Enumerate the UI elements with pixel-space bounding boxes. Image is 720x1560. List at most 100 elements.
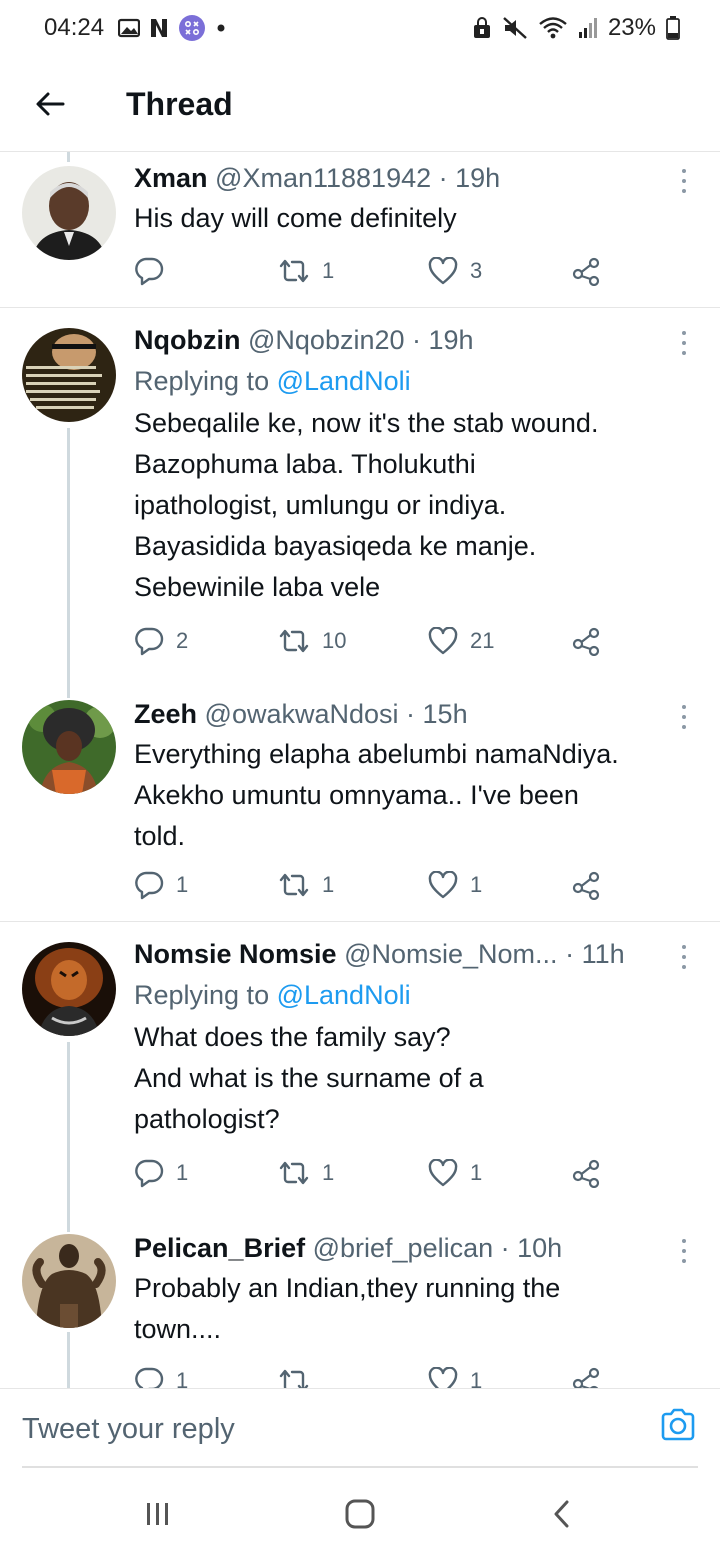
- retweet-button[interactable]: 10: [278, 624, 346, 658]
- tweet-body: Xman @Xman11881942 · 19h His day will co…: [134, 160, 684, 239]
- retweet-icon: [279, 1161, 309, 1185]
- author-name[interactable]: Nomsie Nomsie: [134, 939, 337, 969]
- avatar[interactable]: [22, 328, 116, 422]
- tweet-header: Zeeh @owakwaNdosi · 15h: [134, 696, 684, 732]
- more-options-button[interactable]: [674, 166, 694, 196]
- retweet-button[interactable]: 1: [278, 254, 334, 288]
- heart-icon: [428, 257, 458, 285]
- retweet-icon: [279, 873, 309, 897]
- heart-icon: [428, 627, 458, 655]
- camera-icon: [661, 1408, 695, 1441]
- tweet-body: Nomsie Nomsie @Nomsie_Nom... · 11h Reply…: [134, 936, 684, 1140]
- share-icon: [572, 871, 600, 900]
- like-count: 3: [470, 258, 483, 283]
- tweet-body: Nqobzin @Nqobzin20 · 19h Replying to @La…: [134, 322, 684, 608]
- home-button[interactable]: [338, 1496, 382, 1532]
- retweet-icon: [279, 1369, 309, 1388]
- mention-link[interactable]: @LandNoli: [277, 980, 411, 1010]
- author-name[interactable]: Xman: [134, 163, 208, 193]
- retweet-icon: [279, 259, 309, 283]
- reply-bar: [0, 1388, 720, 1468]
- reply-button[interactable]: 1: [134, 1156, 188, 1190]
- tweet-header: Xman @Xman11881942 · 19h: [134, 160, 684, 196]
- tweet-time: · 10h: [500, 1233, 563, 1263]
- heart-icon: [428, 871, 458, 899]
- camera-button[interactable]: [658, 1405, 698, 1445]
- tweet-actions: 1 1: [134, 1364, 614, 1388]
- author-name[interactable]: Zeeh: [134, 699, 197, 729]
- retweet-button[interactable]: [278, 1364, 322, 1388]
- tweet-time: · 11h: [565, 939, 625, 969]
- reply-icon: [135, 1159, 164, 1188]
- share-icon: [572, 627, 600, 656]
- share-button[interactable]: [572, 624, 602, 658]
- tweet-text: What does the family say? And what is th…: [134, 1022, 484, 1134]
- reply-count: 2: [176, 628, 189, 653]
- replying-to: Replying to @LandNoli: [134, 366, 411, 396]
- reply-input[interactable]: [22, 1403, 622, 1455]
- back-button[interactable]: [26, 80, 74, 128]
- retweet-count: 1: [322, 872, 335, 897]
- more-options-button[interactable]: [674, 1236, 694, 1266]
- tweet-time: · 19h: [438, 163, 501, 193]
- system-indicators: 23%: [472, 14, 680, 42]
- tweet-actions: 1 1 1: [134, 868, 614, 902]
- more-options-button[interactable]: [674, 328, 694, 358]
- reply-icon: [135, 1367, 164, 1388]
- share-button[interactable]: [572, 254, 602, 288]
- tweet[interactable]: Pelican_Brief @brief_pelican · 10h Proba…: [0, 1222, 720, 1388]
- author-handle[interactable]: @Nomsie_Nom...: [344, 939, 557, 969]
- retweet-button[interactable]: 1: [278, 868, 334, 902]
- system-back-button[interactable]: [540, 1496, 584, 1532]
- recent-apps-button[interactable]: [136, 1496, 180, 1532]
- reply-icon: [135, 627, 164, 656]
- reply-button[interactable]: 2: [134, 624, 188, 658]
- author-handle[interactable]: @Xman11881942: [215, 163, 431, 193]
- reply-button[interactable]: 1: [134, 868, 188, 902]
- battery-percent: 23%: [607, 14, 656, 41]
- more-options-button[interactable]: [674, 702, 694, 732]
- like-count: 1: [470, 1160, 483, 1185]
- author-handle[interactable]: @brief_pelican: [313, 1233, 494, 1263]
- author-handle[interactable]: @owakwaNdosi: [205, 699, 399, 729]
- heart-icon: [428, 1159, 458, 1187]
- reply-icon: [135, 257, 164, 286]
- thread-list[interactable]: Xman @Xman11881942 · 19h His day will co…: [0, 152, 720, 1388]
- author-name[interactable]: Nqobzin: [134, 325, 240, 355]
- gallery-icon: [118, 18, 140, 38]
- retweet-button[interactable]: 1: [278, 1156, 334, 1190]
- tweet[interactable]: Xman @Xman11881942 · 19h His day will co…: [0, 152, 720, 308]
- retweet-count: 10: [322, 628, 347, 653]
- like-button[interactable]: 21: [428, 624, 494, 658]
- avatar[interactable]: [22, 1234, 116, 1328]
- share-icon: [572, 1159, 600, 1188]
- battery-icon: [666, 16, 680, 40]
- share-button[interactable]: [572, 1156, 602, 1190]
- tweet-header: Nomsie Nomsie @Nomsie_Nom... · 11h: [134, 936, 684, 972]
- share-button[interactable]: [572, 868, 602, 902]
- author-handle[interactable]: @Nqobzin20: [248, 325, 405, 355]
- like-button[interactable]: 1: [428, 1364, 482, 1388]
- like-button[interactable]: 1: [428, 1156, 482, 1190]
- more-options-button[interactable]: [674, 942, 694, 972]
- tweet-time: · 19h: [412, 325, 474, 355]
- wifi-icon: [539, 17, 567, 39]
- share-button[interactable]: [572, 1364, 602, 1388]
- mention-link[interactable]: @LandNoli: [277, 366, 411, 396]
- tweet-body: Zeeh @owakwaNdosi · 15h Everything elaph…: [134, 696, 684, 857]
- avatar[interactable]: [22, 942, 116, 1036]
- share-icon: [572, 1367, 600, 1388]
- avatar[interactable]: [22, 166, 116, 260]
- reply-button[interactable]: [134, 254, 176, 288]
- signal-icon: [578, 18, 597, 38]
- reply-button[interactable]: 1: [134, 1364, 188, 1388]
- avatar[interactable]: [22, 700, 116, 794]
- tweet-time: · 15h: [406, 699, 468, 729]
- like-button[interactable]: 1: [428, 868, 482, 902]
- status-time: 04:24: [44, 14, 105, 41]
- like-button[interactable]: 3: [428, 254, 482, 288]
- author-name[interactable]: Pelican_Brief: [134, 1233, 305, 1263]
- app-header: Thread: [0, 58, 720, 152]
- tweet[interactable]: Zeeh @owakwaNdosi · 15h Everything elaph…: [0, 688, 720, 922]
- tweet-actions: 2 10 21: [134, 624, 614, 658]
